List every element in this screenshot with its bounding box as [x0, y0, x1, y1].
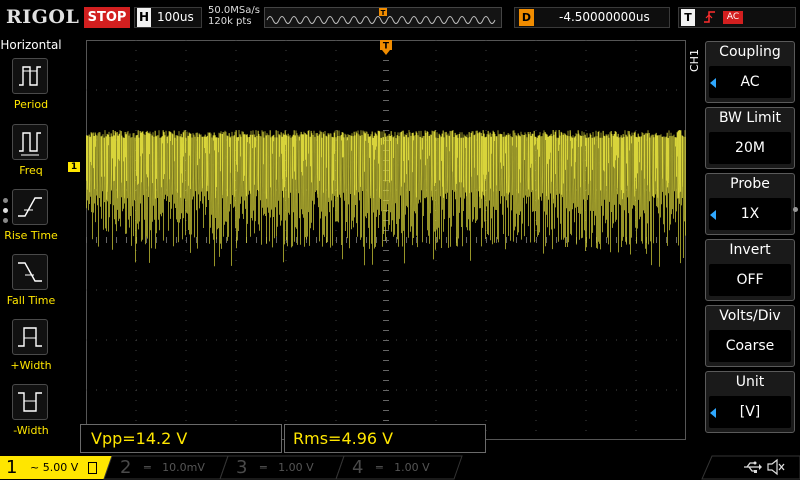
frequency-button[interactable] — [12, 124, 48, 160]
memory-waveform-preview: T — [266, 8, 496, 24]
negative-width-label: -Width — [13, 424, 49, 437]
dc-coupling-icon: ═ — [260, 461, 267, 474]
period-label: Period — [13, 98, 49, 111]
channel4-scale-value: 1.00 V — [394, 461, 430, 474]
invert-value: OFF — [709, 264, 791, 296]
waveform-display[interactable] — [86, 40, 686, 440]
menu-page-dot — [3, 198, 8, 203]
sample-rate: 50.0MSa/s — [208, 5, 260, 16]
horizontal-label: H — [137, 8, 151, 27]
fall-time-button[interactable] — [12, 254, 48, 290]
channel2-tab[interactable]: 2 ═ 10.0mV — [112, 456, 222, 480]
bw-limit-value: 20M — [709, 132, 791, 164]
trigger-box[interactable]: T AC — [678, 7, 796, 28]
bw-limit-title: BW Limit — [718, 110, 782, 126]
invert-menu-item[interactable]: Invert OFF — [705, 239, 795, 301]
channel3-number: 3 — [236, 457, 248, 478]
channel2-scale: ═ 10.0mV — [144, 460, 205, 476]
channel1-offset-marker[interactable]: 1 — [68, 162, 80, 172]
bw-limit-menu-item[interactable]: BW Limit 20M — [705, 107, 795, 169]
frequency-label: Freq — [19, 164, 43, 177]
unit-value: [V] — [709, 396, 791, 428]
bandwidth-limit-icon — [88, 462, 97, 474]
usb-icon — [742, 459, 762, 479]
run-stop-indicator[interactable]: STOP — [84, 7, 130, 28]
rise-time-label: Rise Time — [4, 229, 58, 242]
channel1-scale: ~ 5.00 V — [30, 460, 78, 476]
channel1-scale-value: 5.00 V — [42, 461, 79, 474]
positive-width-button[interactable] — [12, 319, 48, 355]
fall-time-label: Fall Time — [6, 294, 56, 307]
svg-text:T: T — [381, 9, 386, 17]
dc-coupling-icon: ═ — [144, 461, 151, 474]
channel4-number: 4 — [352, 457, 364, 478]
rigol-logo: RIGOL — [6, 6, 80, 28]
channel4-scale: ═ 1.00 V — [376, 460, 430, 476]
trigger-position-icon: T — [380, 40, 392, 60]
trigger-label: T — [681, 9, 695, 26]
select-arrow-icon — [710, 408, 716, 418]
probe-title: Probe — [730, 176, 770, 192]
menu-page-dot — [793, 207, 798, 212]
negative-width-button[interactable] — [12, 384, 48, 420]
channel1-waveform — [86, 129, 686, 267]
channel3-scale-value: 1.00 V — [278, 461, 314, 474]
channel-menu-tag: CH1 — [688, 49, 701, 72]
channel3-tab[interactable]: 3 ═ 1.00 V — [228, 456, 338, 480]
delay-label: D — [519, 9, 534, 26]
unit-menu-item[interactable]: Unit [V] — [705, 371, 795, 433]
timebase-box[interactable]: H 100us — [134, 7, 202, 28]
period-button[interactable] — [12, 58, 48, 94]
dc-coupling-icon: ═ — [376, 461, 383, 474]
channel1-number: 1 — [6, 457, 18, 478]
channel4-tab[interactable]: 4 ═ 1.00 V — [344, 456, 454, 480]
ac-coupling-icon: ~ — [30, 461, 40, 474]
measurement-vpp[interactable]: Vpp=14.2 V — [80, 424, 282, 453]
rise-time-icon — [18, 197, 42, 217]
coupling-menu-item[interactable]: Coupling AC — [705, 41, 795, 103]
trigger-position-marker-icon: T — [379, 8, 387, 17]
frequency-icon — [19, 132, 41, 156]
probe-menu-item[interactable]: Probe 1X — [705, 173, 795, 235]
period-icon — [19, 66, 41, 86]
graticule — [86, 40, 686, 440]
acquisition-info: 50.0MSa/s 120k pts — [208, 5, 260, 27]
measurement-rms[interactable]: Rms=4.96 V — [284, 424, 486, 453]
channel1-tab[interactable]: 1 ~ 5.00 V — [0, 456, 110, 480]
select-arrow-icon — [710, 78, 716, 88]
invert-title: Invert — [729, 242, 771, 258]
probe-value: 1X — [709, 198, 791, 230]
channel2-scale-value: 10.0mV — [162, 461, 205, 474]
left-menu-title: Horizontal — [0, 38, 62, 52]
volts-div-value: Coarse — [709, 330, 791, 362]
volts-div-title: Volts/Div — [719, 308, 781, 324]
select-arrow-icon — [710, 210, 716, 220]
coupling-value: AC — [709, 66, 791, 98]
fall-time-icon — [18, 262, 42, 282]
channel3-scale: ═ 1.00 V — [260, 460, 314, 476]
rising-edge-icon — [703, 9, 717, 29]
menu-page-dot — [3, 218, 8, 223]
rise-time-button[interactable] — [12, 189, 48, 225]
positive-width-label: +Width — [10, 359, 52, 372]
volts-div-menu-item[interactable]: Volts/Div Coarse — [705, 305, 795, 367]
memory-position-bar[interactable]: T — [264, 7, 502, 28]
positive-width-icon — [18, 327, 42, 347]
delay-value: -4.50000000us — [559, 10, 650, 24]
timebase-value: 100us — [157, 10, 194, 24]
menu-page-dot — [3, 208, 8, 213]
trigger-source-badge: AC — [723, 11, 743, 24]
memory-depth: 120k pts — [208, 16, 252, 27]
channel2-number: 2 — [120, 457, 132, 478]
coupling-title: Coupling — [719, 44, 781, 60]
delay-box[interactable]: D -4.50000000us — [514, 7, 670, 28]
speaker-muted-icon[interactable] — [766, 458, 786, 480]
negative-width-icon — [18, 392, 42, 412]
unit-title: Unit — [735, 374, 765, 390]
